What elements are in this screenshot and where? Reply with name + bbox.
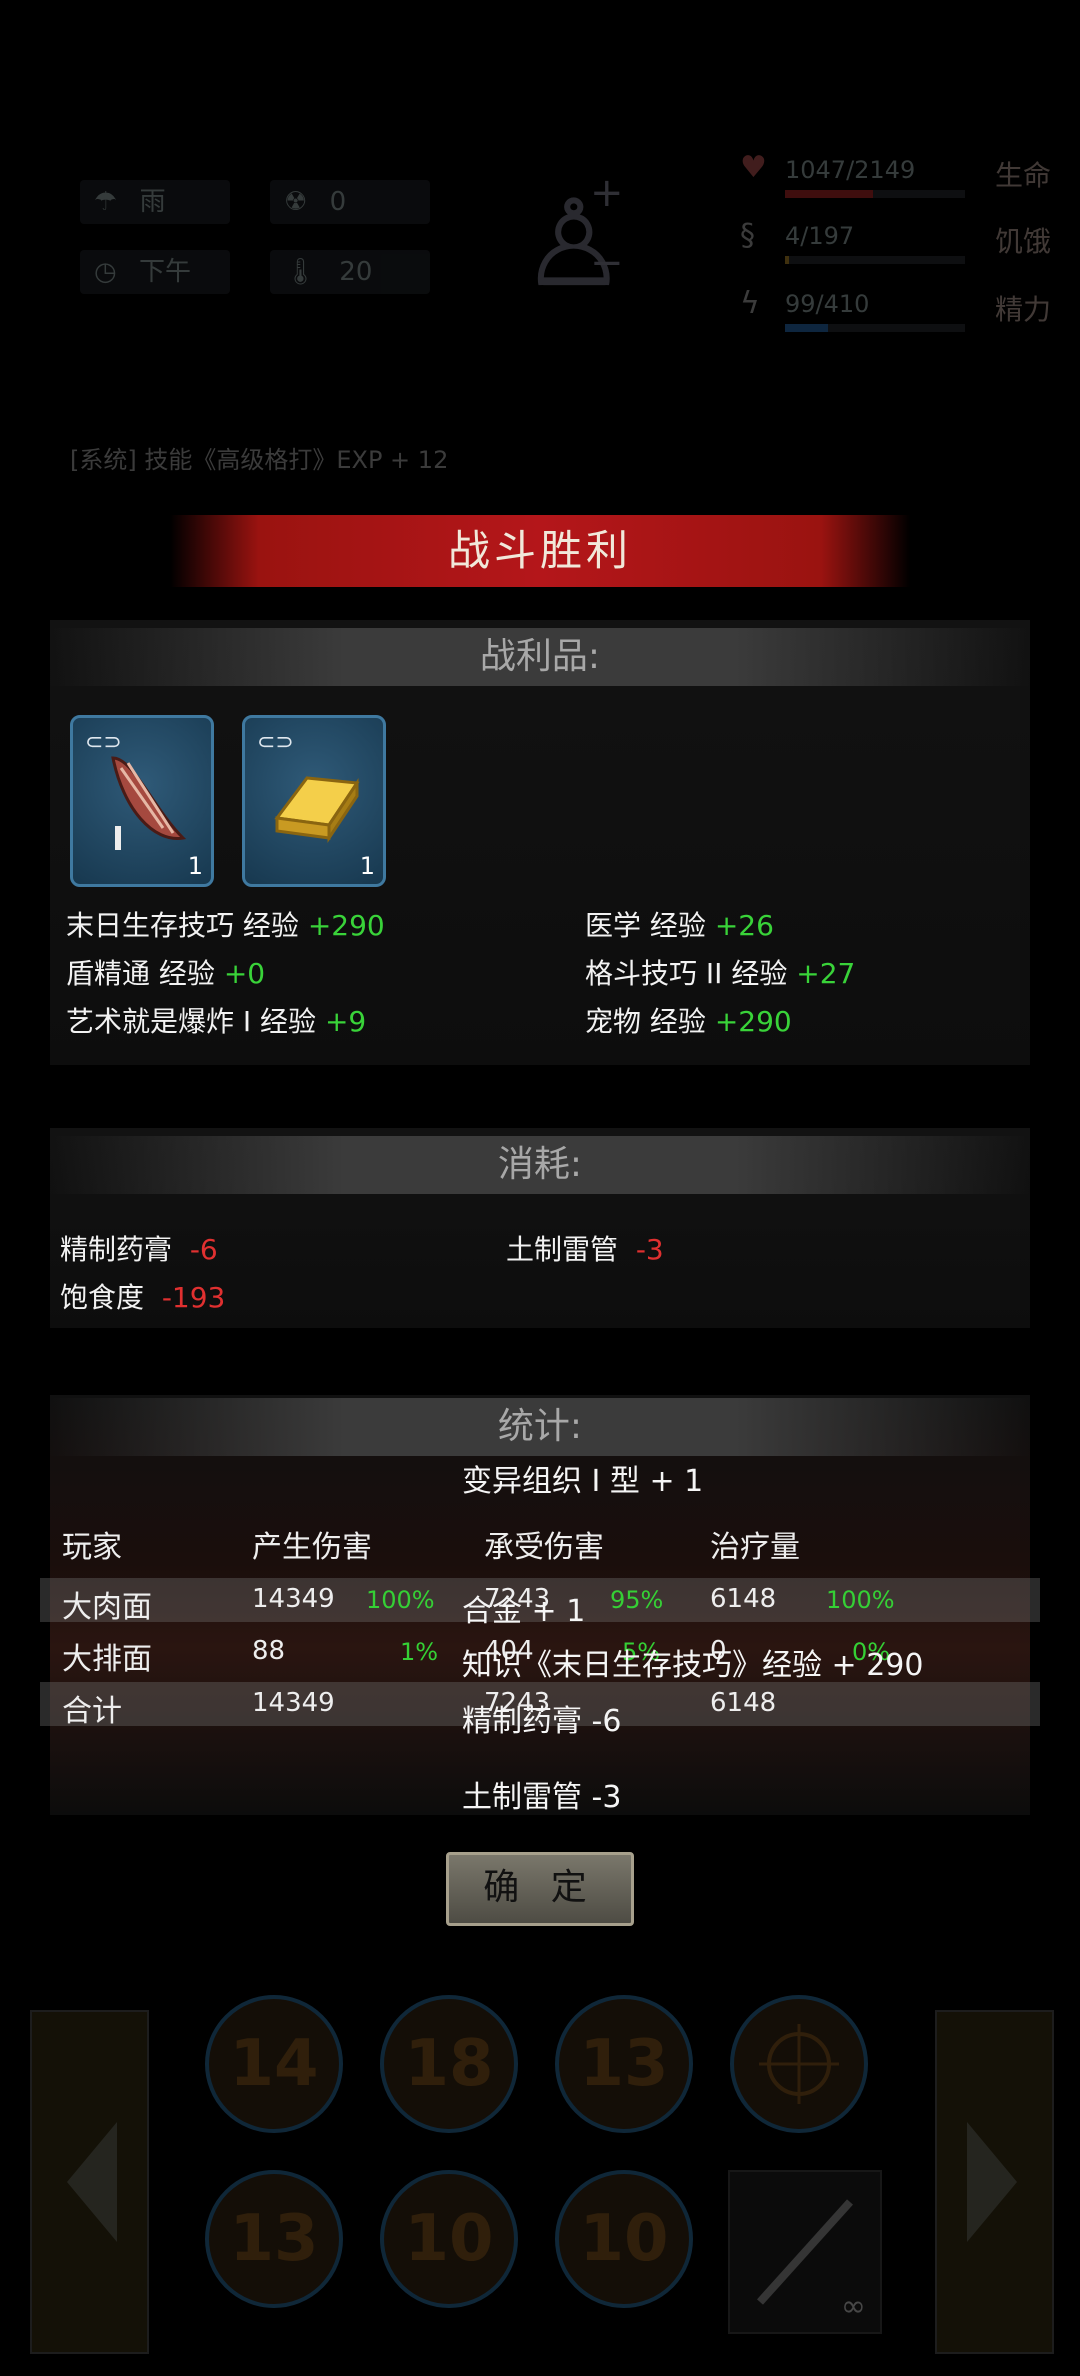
column-header-taken: 承受伤害	[484, 1530, 604, 1565]
weather-indicator: ☂ 雨	[80, 180, 230, 224]
loot-item-gold-bar[interactable]: ⊂⊃ 1	[242, 715, 386, 887]
crosshair-skill-slot[interactable]	[730, 1995, 868, 2133]
exp-row: 格斗技巧 II 经验 +27	[585, 957, 856, 990]
next-arrow-button[interactable]	[935, 2010, 1054, 2354]
column-header-damage: 产生伤害	[252, 1530, 372, 1565]
exp-row: 宠物 经验 +290	[585, 1005, 792, 1038]
time-indicator: ◷ 下午	[80, 250, 230, 294]
prev-arrow-button[interactable]	[30, 2010, 149, 2354]
exp-row: 末日生存技巧 经验 +290	[66, 909, 385, 942]
skill-slot[interactable]: 18	[380, 1995, 518, 2133]
radiation-indicator: ☢ 0	[270, 180, 430, 224]
consume-header: 消耗:	[50, 1136, 1030, 1194]
page-title: 战斗胜利	[447, 526, 632, 575]
exp-row: 医学 经验 +26	[585, 909, 774, 942]
muscle-tissue-icon	[111, 756, 187, 850]
loot-item-muscle[interactable]: ⊂⊃ 1	[70, 715, 214, 887]
skill-slot[interactable]: 14	[205, 1995, 343, 2133]
floating-message: 精制药膏 -6	[462, 1704, 622, 1739]
energy-icon: ϟ	[740, 286, 760, 321]
skill-slot[interactable]: 10	[555, 2170, 693, 2308]
consume-row: 精制药膏 -6	[60, 1233, 218, 1266]
confirm-button[interactable]: 确 定	[446, 1852, 634, 1926]
stomach-icon: §	[740, 218, 755, 253]
floating-message: 合金 + 1	[462, 1594, 586, 1629]
minus-icon: −	[590, 240, 624, 286]
clock-icon: ◷	[94, 257, 117, 287]
skill-slot[interactable]: 13	[205, 2170, 343, 2308]
column-header-player: 玩家	[62, 1530, 122, 1565]
skill-bar: 14 18 13 13 10 10 ∞	[0, 1980, 1080, 2376]
temperature-indicator: 🌡 20	[270, 250, 430, 294]
victory-banner: 战斗胜利	[170, 515, 910, 587]
exp-row: 盾精通 经验 +0	[66, 957, 266, 990]
floating-message: 知识《末日生存技巧》经验 + 290	[462, 1648, 924, 1683]
floating-message: 变异组织 I 型 + 1	[462, 1464, 704, 1499]
heart-icon: ♥	[740, 150, 767, 185]
radiation-icon: ☢	[284, 187, 308, 217]
skill-slot[interactable]: 10	[380, 2170, 518, 2308]
gold-bar-icon	[274, 776, 360, 843]
plus-icon: +	[590, 170, 624, 216]
consume-row: 土制雷管 -3	[506, 1233, 664, 1266]
stats-header: 统计:	[50, 1398, 1030, 1456]
system-log: [系统] 技能《高级格打》EXP + 12	[70, 446, 449, 474]
status-hud: ☂ 雨 ☢ 0 ◷ 下午 🌡 20 ♙ + − ♥ 1047/2149 生命 §…	[0, 150, 1080, 440]
floating-message: 土制雷管 -3	[462, 1780, 622, 1815]
consume-row: 饱食度 -193	[60, 1281, 226, 1314]
thermometer-icon: 🌡	[284, 257, 318, 287]
link-icon: ⊂⊃	[257, 730, 294, 755]
loot-header: 战利品:	[50, 628, 1030, 686]
rain-icon: ☂	[94, 187, 118, 217]
skill-slot[interactable]: 13	[555, 1995, 693, 2133]
chevron-left-icon	[67, 2122, 117, 2242]
chevron-right-icon	[967, 2122, 1017, 2242]
weapon-slot[interactable]: ∞	[728, 2170, 882, 2334]
exp-row: 艺术就是爆炸 I 经验 +9	[66, 1005, 367, 1038]
crosshair-icon	[759, 2024, 839, 2104]
column-header-heal: 治疗量	[710, 1530, 800, 1565]
